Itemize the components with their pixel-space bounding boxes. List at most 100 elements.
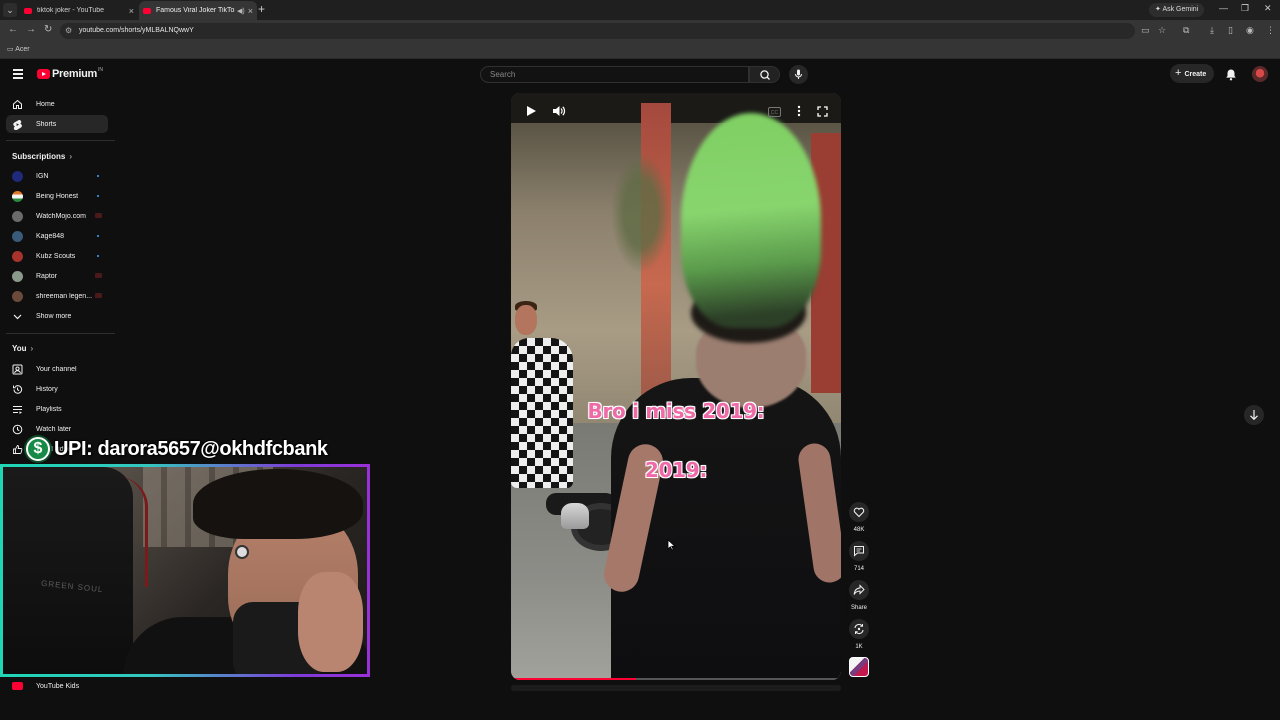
sidebar-item-label: Watch later [36,425,72,433]
sidebar-subscription-being-honest[interactable]: Being Honest [6,187,108,205]
sidebar-item-label: Kage848 [36,232,65,240]
reload-icon[interactable]: ↻ [44,24,52,35]
account-avatar[interactable] [1252,66,1268,82]
play-icon[interactable] [525,105,537,120]
browser-menu-icon[interactable]: ⋮ [1266,25,1275,36]
browser-tab-2-active[interactable]: Famous Viral Joker TikTok | ◀) × [139,1,257,20]
sidebar-subscription-kage848[interactable]: Kage848 [6,227,108,245]
remix-action[interactable]: 1K [849,619,869,650]
live-indicator-icon [95,273,102,278]
channel-avatar [12,290,23,302]
cast-icon[interactable]: ▭ [1141,25,1150,36]
sidebar-subscription-watchmojo[interactable]: WatchMojo.com [6,207,108,225]
tab-search-button[interactable]: ⌄ [3,3,17,17]
browser-tab-bar: ⌄ tiktok joker - YouTube × Famous Viral … [0,0,1280,20]
next-short-button[interactable] [1244,405,1264,425]
video-progress-bar[interactable] [511,678,841,680]
new-content-dot [97,195,99,197]
chevron-down-icon [12,311,23,322]
url-text: youtube.com/shorts/yMLBALNQwwY [79,27,194,34]
captions-icon[interactable]: CC [768,106,781,120]
comments-button[interactable] [849,541,869,561]
address-bar-row: ← → ↻ ⚙ youtube.com/shorts/yMLBALNQwwY ▭… [0,20,1280,42]
forward-icon[interactable]: → [26,24,36,35]
comment-icon [854,546,864,557]
upi-donation-banner: $ UPI: darora5657@okhdfcbank [26,436,328,462]
close-tab-icon[interactable]: × [129,6,134,16]
sound-thumbnail[interactable] [849,657,869,677]
like-action[interactable]: 48K [849,502,869,533]
voice-search-button[interactable] [789,65,808,84]
shorts-icon [12,119,23,130]
channel-avatar [12,270,23,282]
browser-tab-1[interactable]: tiktok joker - YouTube × [20,1,138,20]
notifications-button[interactable] [1225,68,1237,84]
comment-action[interactable]: 714 [849,541,869,572]
sidebar-show-more[interactable]: Show more [6,307,108,325]
site-info-icon[interactable]: ⚙ [65,26,72,35]
sidebar-item-label: WatchMojo.com [36,212,86,220]
extensions-icon[interactable]: ⧉ [1183,25,1189,36]
close-window-icon[interactable]: ✕ [1264,3,1272,14]
minimize-icon[interactable]: — [1219,3,1228,13]
create-button[interactable]: + Create [1170,64,1214,83]
close-tab-icon[interactable]: × [248,6,253,16]
share-button[interactable] [849,580,869,600]
sidebar-subscription-shreeman[interactable]: shreeman legen... [6,287,108,305]
remix-button[interactable] [849,619,869,639]
share-action[interactable]: Share [849,580,869,611]
more-options-icon[interactable] [797,105,801,120]
comment-count: 714 [853,566,864,572]
bookmark-star-icon[interactable]: ☆ [1158,25,1166,36]
fullscreen-icon[interactable] [817,106,828,120]
sidebar-item-youtube-kids[interactable]: YouTube Kids [6,677,108,695]
back-icon[interactable]: ← [8,24,18,35]
like-button[interactable] [849,502,869,522]
profile-icon[interactable]: ◉ [1246,25,1254,36]
share-icon [853,584,865,595]
subscriptions-heading[interactable]: Subscriptions › [12,152,72,161]
bookmark-folder[interactable]: ▭ Acer [7,45,30,53]
channel-avatar [12,190,23,202]
menu-icon[interactable] [13,69,23,81]
svg-text:CC: CC [771,110,779,116]
tab-title: tiktok joker - YouTube [37,7,105,14]
new-content-dot [97,175,99,177]
volume-icon[interactable] [552,105,566,120]
playlists-icon [12,404,23,415]
create-label: Create [1184,71,1207,78]
search-button[interactable] [749,66,780,83]
arrow-down-icon [1250,410,1258,421]
you-heading[interactable]: You › [12,344,33,353]
shorts-video-player[interactable]: Bro i miss 2019: 2019: CC [511,93,841,680]
watch-later-icon [12,424,23,435]
sidebar-subscription-raptor[interactable]: Raptor [6,267,108,285]
youtube-premium-logo[interactable]: Premium IN [37,67,103,80]
sidebar-item-playlists[interactable]: Playlists [6,400,108,418]
sidebar-item-label: Kubz Scouts [36,252,76,260]
new-tab-button[interactable]: + [258,2,265,16]
logo-region: IN [97,67,103,73]
mouse-cursor-icon [667,539,676,551]
sidebar-item-history[interactable]: History [6,380,108,398]
new-content-dot [97,255,99,257]
video-progress-fill [511,678,637,680]
sidebar-item-label: Show more [36,312,72,320]
ask-gemini-label: Ask Gemini [1162,6,1199,13]
new-content-dot [97,235,99,237]
sidebar-item-your-channel[interactable]: Your channel [6,360,108,378]
sidebar-subscription-kubz-scouts[interactable]: Kubz Scouts [6,247,108,265]
sidepanel-icon[interactable]: ▯ [1228,25,1233,36]
ask-gemini-button[interactable]: ✦ Ask Gemini [1149,3,1205,17]
download-icon[interactable]: ⤓ [1210,25,1214,36]
search-input[interactable]: Search [480,66,749,83]
sidebar-item-shorts[interactable]: Shorts [6,115,108,133]
restore-icon[interactable]: ❐ [1241,3,1249,14]
bookmarks-bar: ▭ Acer [0,42,1280,59]
sidebar-subscription-ign[interactable]: IGN [6,167,108,185]
sidebar-item-home[interactable]: Home [6,95,108,113]
webcam-chair-trim [108,477,148,587]
url-field[interactable]: ⚙ youtube.com/shorts/yMLBALNQwwY [60,23,1135,39]
speaker-icon[interactable]: ◀) [237,7,245,15]
sidebar-item-label: Playlists [36,405,62,413]
